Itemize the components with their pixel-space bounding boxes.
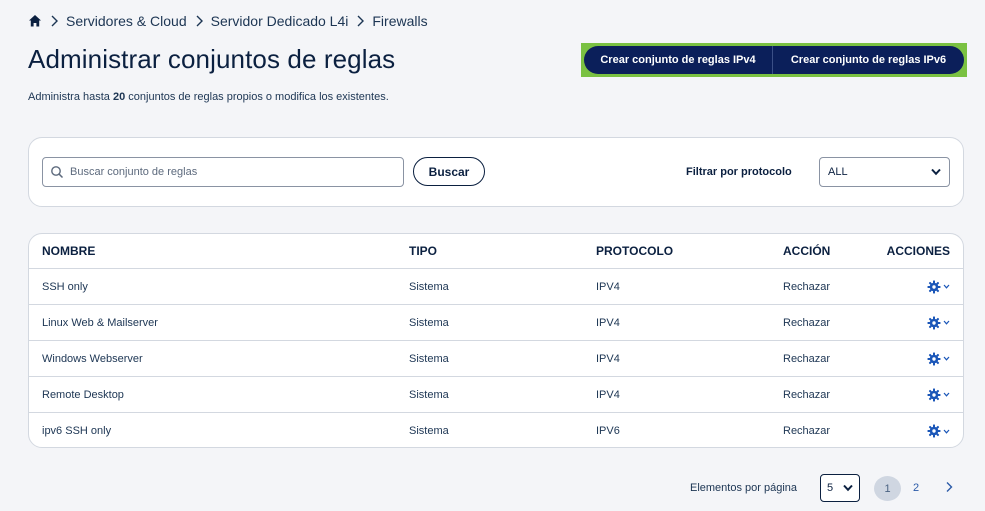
search-input[interactable] <box>70 166 390 178</box>
protocol-select[interactable]: ALL <box>819 157 950 187</box>
chevron-down-icon <box>943 429 950 434</box>
search-icon <box>50 165 64 179</box>
row-actions-menu[interactable] <box>927 388 950 402</box>
breadcrumb-item-firewalls[interactable]: Firewalls <box>372 13 427 29</box>
subtitle-before: Administra hasta <box>28 91 113 103</box>
gear-icon <box>927 388 941 402</box>
column-header-actions: ACCIONES <box>886 244 950 258</box>
page-size-value: 5 <box>827 482 834 494</box>
page-size-select[interactable]: 5 <box>820 474 860 502</box>
page-subtitle: Administra hasta 20 conjuntos de reglas … <box>28 91 389 103</box>
page-size-label: Elementos por página <box>690 482 798 494</box>
cell-name: SSH only <box>42 280 88 293</box>
column-header-protocol: PROTOCOLO <box>596 244 674 258</box>
rulesets-table: NOMBRE TIPO PROTOCOLO ACCIÓN ACCIONES SS… <box>28 233 964 448</box>
page-button[interactable]: 2 <box>913 482 919 494</box>
search-box <box>42 157 404 187</box>
chevron-right-icon[interactable] <box>945 481 953 493</box>
cell-type: Sistema <box>409 425 449 437</box>
chevron-down-icon <box>943 284 950 289</box>
search-button[interactable]: Buscar <box>413 157 485 186</box>
subtitle-count: 20 <box>112 91 126 103</box>
chevron-right-icon <box>50 15 58 27</box>
breadcrumb: Servidores & Cloud Servidor Dedicado L4i… <box>28 13 428 29</box>
chevron-down-icon <box>943 356 950 361</box>
cell-name: Linux Web & Mailserver <box>42 316 158 329</box>
table-header: NOMBRE TIPO PROTOCOLO ACCIÓN ACCIONES <box>29 234 963 269</box>
create-button-group: Crear conjunto de reglas IPv4 Crear conj… <box>581 43 967 77</box>
column-header-action: ACCIÓN <box>783 244 831 258</box>
column-header-name: NOMBRE <box>42 244 96 258</box>
cell-protocol: IPV6 <box>596 425 620 437</box>
cell-name: Windows Webserver <box>42 352 143 365</box>
cell-type: Sistema <box>409 352 449 365</box>
chevron-right-icon <box>356 15 365 27</box>
gear-icon <box>927 424 941 438</box>
gear-icon <box>927 352 941 366</box>
gear-icon <box>927 280 941 294</box>
row-actions-menu[interactable] <box>927 352 950 366</box>
cell-action: Rechazar <box>783 352 831 365</box>
create-ipv4-ruleset-button[interactable]: Crear conjunto de reglas IPv4 <box>584 46 773 74</box>
protocol-select-value: ALL <box>828 166 848 178</box>
table-row: SSH only Sistema IPV4 Rechazar <box>29 269 963 305</box>
cell-action: Rechazar <box>783 280 831 293</box>
home-icon[interactable] <box>28 14 42 28</box>
cell-name: ipv6 SSH only <box>42 425 112 437</box>
chevron-down-icon <box>943 320 950 325</box>
create-ipv6-ruleset-button[interactable]: Crear conjunto de reglas IPv6 <box>773 46 964 74</box>
cell-action: Rechazar <box>783 388 831 401</box>
cell-protocol: IPV4 <box>596 388 620 401</box>
page-title: Administrar conjuntos de reglas <box>28 44 396 74</box>
gear-icon <box>927 316 941 330</box>
column-header-type: TIPO <box>409 244 438 258</box>
cell-protocol: IPV4 <box>596 316 620 329</box>
row-actions-menu[interactable] <box>927 280 950 294</box>
cell-type: Sistema <box>409 316 449 329</box>
table-row: Windows Webserver Sistema IPV4 Rechazar <box>29 341 963 377</box>
chevron-down-icon <box>843 484 853 492</box>
cell-type: Sistema <box>409 388 449 401</box>
row-actions-menu[interactable] <box>927 316 950 330</box>
cell-action: Rechazar <box>783 316 831 329</box>
cell-type: Sistema <box>409 280 449 293</box>
table-row: Remote Desktop Sistema IPV4 Rechazar <box>29 377 963 413</box>
table-row: ipv6 SSH only Sistema IPV6 Rechazar <box>29 413 963 447</box>
subtitle-after: conjuntos de reglas propios o modifica l… <box>125 91 389 103</box>
chevron-right-icon <box>195 15 203 27</box>
cell-action: Rechazar <box>783 425 831 437</box>
breadcrumb-item-servers[interactable]: Servidores & Cloud <box>66 13 187 29</box>
row-actions-menu[interactable] <box>927 424 950 438</box>
filter-card: Buscar Filtrar por protocolo ALL <box>28 137 964 207</box>
cell-protocol: IPV4 <box>596 352 620 365</box>
breadcrumb-item-server[interactable]: Servidor Dedicado L4i <box>211 13 349 29</box>
cell-protocol: IPV4 <box>596 280 620 293</box>
table-row: Linux Web & Mailserver Sistema IPV4 Rechaza… <box>29 305 963 341</box>
chevron-down-icon <box>931 168 941 176</box>
page-button-current[interactable]: 1 <box>874 476 901 501</box>
cell-name: Remote Desktop <box>42 388 124 401</box>
chevron-down-icon <box>943 392 950 397</box>
protocol-filter-label: Filtrar por protocolo <box>686 166 792 178</box>
